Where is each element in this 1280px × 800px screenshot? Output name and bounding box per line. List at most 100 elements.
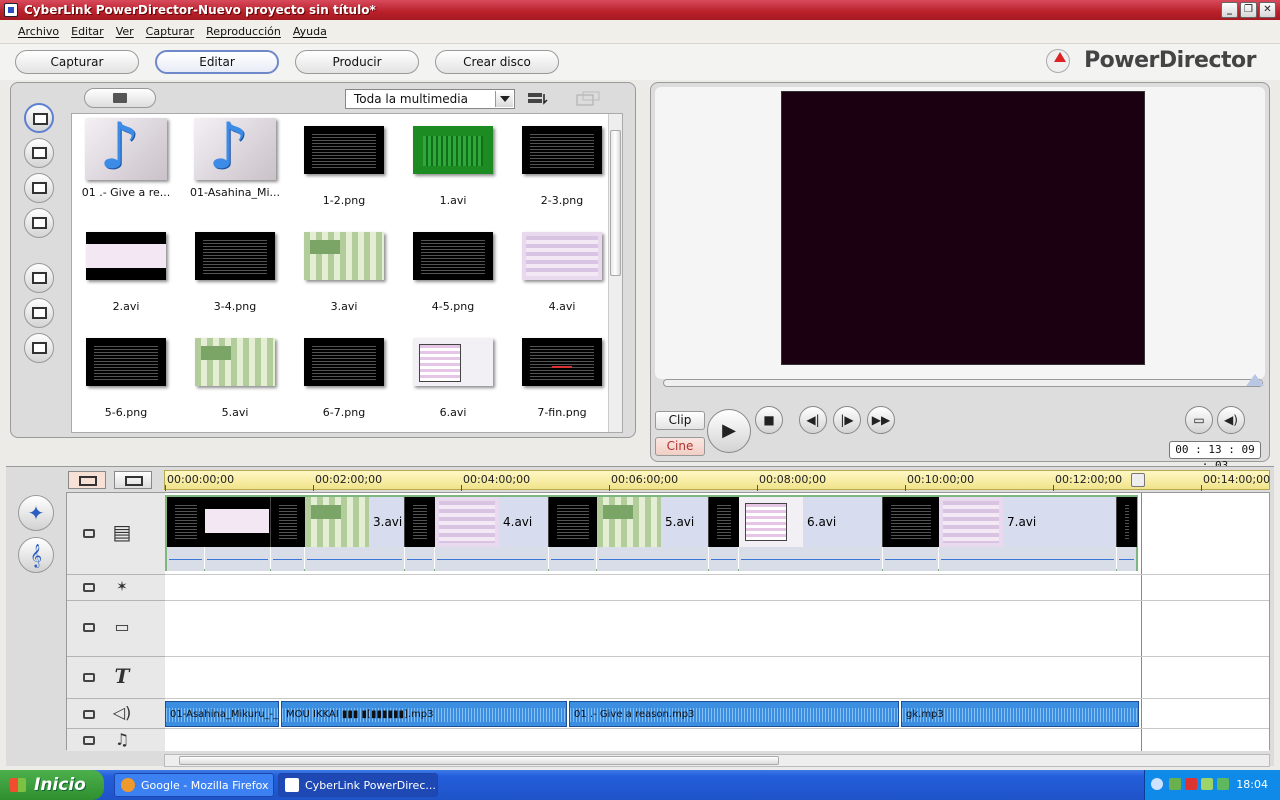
- produce-mode-button[interactable]: Producir: [295, 50, 419, 74]
- timeline-scrollbar[interactable]: [164, 754, 1270, 767]
- media-item[interactable]: 1-2.png: [294, 118, 394, 207]
- effect-track[interactable]: [165, 575, 1269, 601]
- media-item[interactable]: 1.avi: [403, 118, 503, 207]
- audio-clip[interactable]: 01-Asahina_Mikuru_-_Co: [165, 701, 279, 727]
- storyboard-view-button[interactable]: [114, 471, 152, 489]
- effect-room-icon[interactable]: [24, 138, 54, 168]
- clip-thumbnail: [167, 497, 205, 547]
- audio-clip[interactable]: 01 .- Give a reason.mp3: [569, 701, 899, 727]
- volume-button[interactable]: ◀): [1217, 406, 1245, 434]
- video-clip[interactable]: [1117, 497, 1137, 571]
- music-track-header: ♫: [67, 729, 165, 751]
- sort-icon[interactable]: [527, 91, 549, 107]
- audio-clip-label: gk.mp3: [906, 709, 944, 720]
- video-clip[interactable]: 6.avi: [739, 497, 883, 571]
- chapter-room-icon[interactable]: [24, 333, 54, 363]
- media-item[interactable]: 2-3.png: [512, 118, 612, 207]
- lock-icon[interactable]: [83, 736, 95, 745]
- scrub-handle[interactable]: [1246, 374, 1264, 386]
- title-icon: T: [114, 664, 130, 688]
- menu-capturar[interactable]: Capturar: [146, 25, 194, 38]
- media-item[interactable]: 7-fin.png: [512, 330, 612, 419]
- audio-clip[interactable]: gk.mp3: [901, 701, 1139, 727]
- close-button[interactable]: ✕: [1259, 2, 1276, 18]
- audio-mixing-icon[interactable]: [24, 263, 54, 293]
- media-item[interactable]: 6.avi: [403, 330, 503, 419]
- video-clip[interactable]: 3.avi: [305, 497, 405, 571]
- media-item[interactable]: 01-Asahina_Mi...: [185, 118, 285, 199]
- next-frame-button[interactable]: |▶: [833, 406, 861, 434]
- import-folder-button[interactable]: [84, 88, 156, 108]
- video-clip[interactable]: [549, 497, 597, 571]
- music-track[interactable]: [165, 729, 1269, 751]
- playhead[interactable]: [1131, 473, 1145, 487]
- network-icon[interactable]: [1169, 778, 1181, 790]
- time-ruler[interactable]: 00:00:00;00 00:02:00;00 00:04:00;00 00:06:0…: [164, 470, 1270, 491]
- video-clip[interactable]: [167, 497, 205, 571]
- video-track[interactable]: 3.avi 4.avi 5.avi 6.avi 7.avi: [165, 493, 1269, 575]
- media-item[interactable]: 3.avi: [294, 224, 394, 313]
- antivirus-icon[interactable]: [1185, 778, 1197, 790]
- media-filter-select[interactable]: Toda la multimedia: [345, 89, 515, 109]
- media-item[interactable]: 2.avi: [76, 224, 176, 313]
- timeline-view-button[interactable]: [68, 471, 106, 489]
- timeline-scroll-thumb[interactable]: [179, 756, 779, 765]
- media-item[interactable]: 5.avi: [185, 330, 285, 419]
- video-clip[interactable]: [271, 497, 305, 571]
- wireless-icon[interactable]: [1201, 778, 1213, 790]
- restore-button[interactable]: ❐: [1240, 2, 1257, 18]
- video-clip[interactable]: [205, 497, 271, 571]
- safely-remove-icon[interactable]: [1217, 778, 1229, 790]
- magic-wand-icon[interactable]: ✦: [18, 495, 54, 531]
- media-room-icon[interactable]: [24, 103, 54, 133]
- title-room-icon[interactable]: [24, 173, 54, 203]
- video-clip[interactable]: 5.avi: [597, 497, 709, 571]
- display-monitor-button[interactable]: ▭: [1185, 406, 1213, 434]
- minimize-button[interactable]: _: [1221, 2, 1238, 18]
- music-icon[interactable]: 𝄞: [18, 537, 54, 573]
- video-clip[interactable]: [709, 497, 739, 571]
- tray-expand-icon[interactable]: [1151, 778, 1163, 790]
- video-clip[interactable]: [883, 497, 939, 571]
- menu-editar[interactable]: Editar: [71, 25, 104, 38]
- lock-icon[interactable]: [83, 623, 95, 632]
- video-clip[interactable]: 7.avi: [939, 497, 1117, 571]
- menu-archivo[interactable]: Archivo: [18, 25, 59, 38]
- video-clip[interactable]: 4.avi: [435, 497, 549, 571]
- media-item[interactable]: 3-4.png: [185, 224, 285, 313]
- play-button[interactable]: ▶: [707, 409, 751, 453]
- movie-mode-button[interactable]: Cine: [655, 437, 705, 456]
- media-item-label: 3-4.png: [213, 300, 257, 313]
- taskbar-powerdirector[interactable]: CyberLink PowerDirec...: [278, 773, 438, 797]
- menu-ver[interactable]: Ver: [116, 25, 134, 38]
- previous-frame-button[interactable]: ◀|: [799, 406, 827, 434]
- media-item[interactable]: 01 .- Give a re...: [76, 118, 176, 199]
- capture-mode-button[interactable]: Capturar: [15, 50, 139, 74]
- stop-button[interactable]: ■: [755, 406, 783, 434]
- lock-icon[interactable]: [83, 673, 95, 682]
- media-item[interactable]: 4.avi: [512, 224, 612, 313]
- menu-reproduccion[interactable]: Reproducción: [206, 25, 281, 38]
- lock-icon[interactable]: [83, 710, 95, 719]
- lock-icon[interactable]: [83, 529, 95, 538]
- pip-track[interactable]: [165, 601, 1269, 657]
- media-item[interactable]: 5-6.png: [76, 330, 176, 419]
- create-disc-button[interactable]: Crear disco: [435, 50, 559, 74]
- media-item[interactable]: 6-7.png: [294, 330, 394, 419]
- audio-track[interactable]: 01-Asahina_Mikuru_-_Co MOU IKKAI ▮▮▮ ▮[▮▮…: [165, 699, 1269, 729]
- start-button[interactable]: Inicio: [0, 770, 104, 800]
- view-mode-icon[interactable]: [575, 91, 600, 107]
- title-track[interactable]: [165, 657, 1269, 699]
- transition-room-icon[interactable]: [24, 208, 54, 238]
- menu-ayuda[interactable]: Ayuda: [293, 25, 327, 38]
- fast-forward-button[interactable]: ▶▶: [867, 406, 895, 434]
- media-item[interactable]: 4-5.png: [403, 224, 503, 313]
- audio-clip[interactable]: MOU IKKAI ▮▮▮ ▮[▮▮▮▮▮▮].mp3: [281, 701, 567, 727]
- lock-icon[interactable]: [83, 583, 95, 592]
- video-clip[interactable]: [405, 497, 435, 571]
- taskbar-firefox[interactable]: Google - Mozilla Firefox: [114, 773, 274, 797]
- preview-scrub-bar[interactable]: [663, 374, 1264, 387]
- edit-mode-button[interactable]: Editar: [155, 50, 279, 74]
- clip-mode-button[interactable]: Clip: [655, 411, 705, 430]
- voice-over-icon[interactable]: [24, 298, 54, 328]
